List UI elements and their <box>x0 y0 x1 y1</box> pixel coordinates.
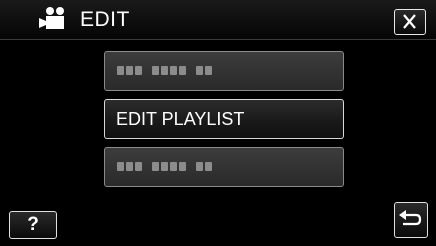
menu-item-disabled-2 <box>104 147 344 187</box>
edit-playlist-button[interactable]: EDIT PLAYLIST <box>104 99 344 139</box>
return-arrow-icon <box>399 210 422 226</box>
placeholder-label <box>117 66 214 75</box>
help-label: ? <box>27 214 39 235</box>
video-camera-icon <box>39 7 64 29</box>
close-icon <box>403 14 416 29</box>
page-title: EDIT <box>80 8 130 31</box>
back-button[interactable] <box>394 202 428 238</box>
edit-menu-screen: EDIT EDIT PLAYLIST ? <box>0 0 436 246</box>
menu-item-disabled-1 <box>104 51 344 91</box>
title-bar: EDIT <box>0 0 436 40</box>
placeholder-label <box>117 162 214 171</box>
help-button[interactable]: ? <box>9 211 57 239</box>
edit-playlist-label: EDIT PLAYLIST <box>116 109 245 129</box>
close-button[interactable] <box>394 9 426 35</box>
